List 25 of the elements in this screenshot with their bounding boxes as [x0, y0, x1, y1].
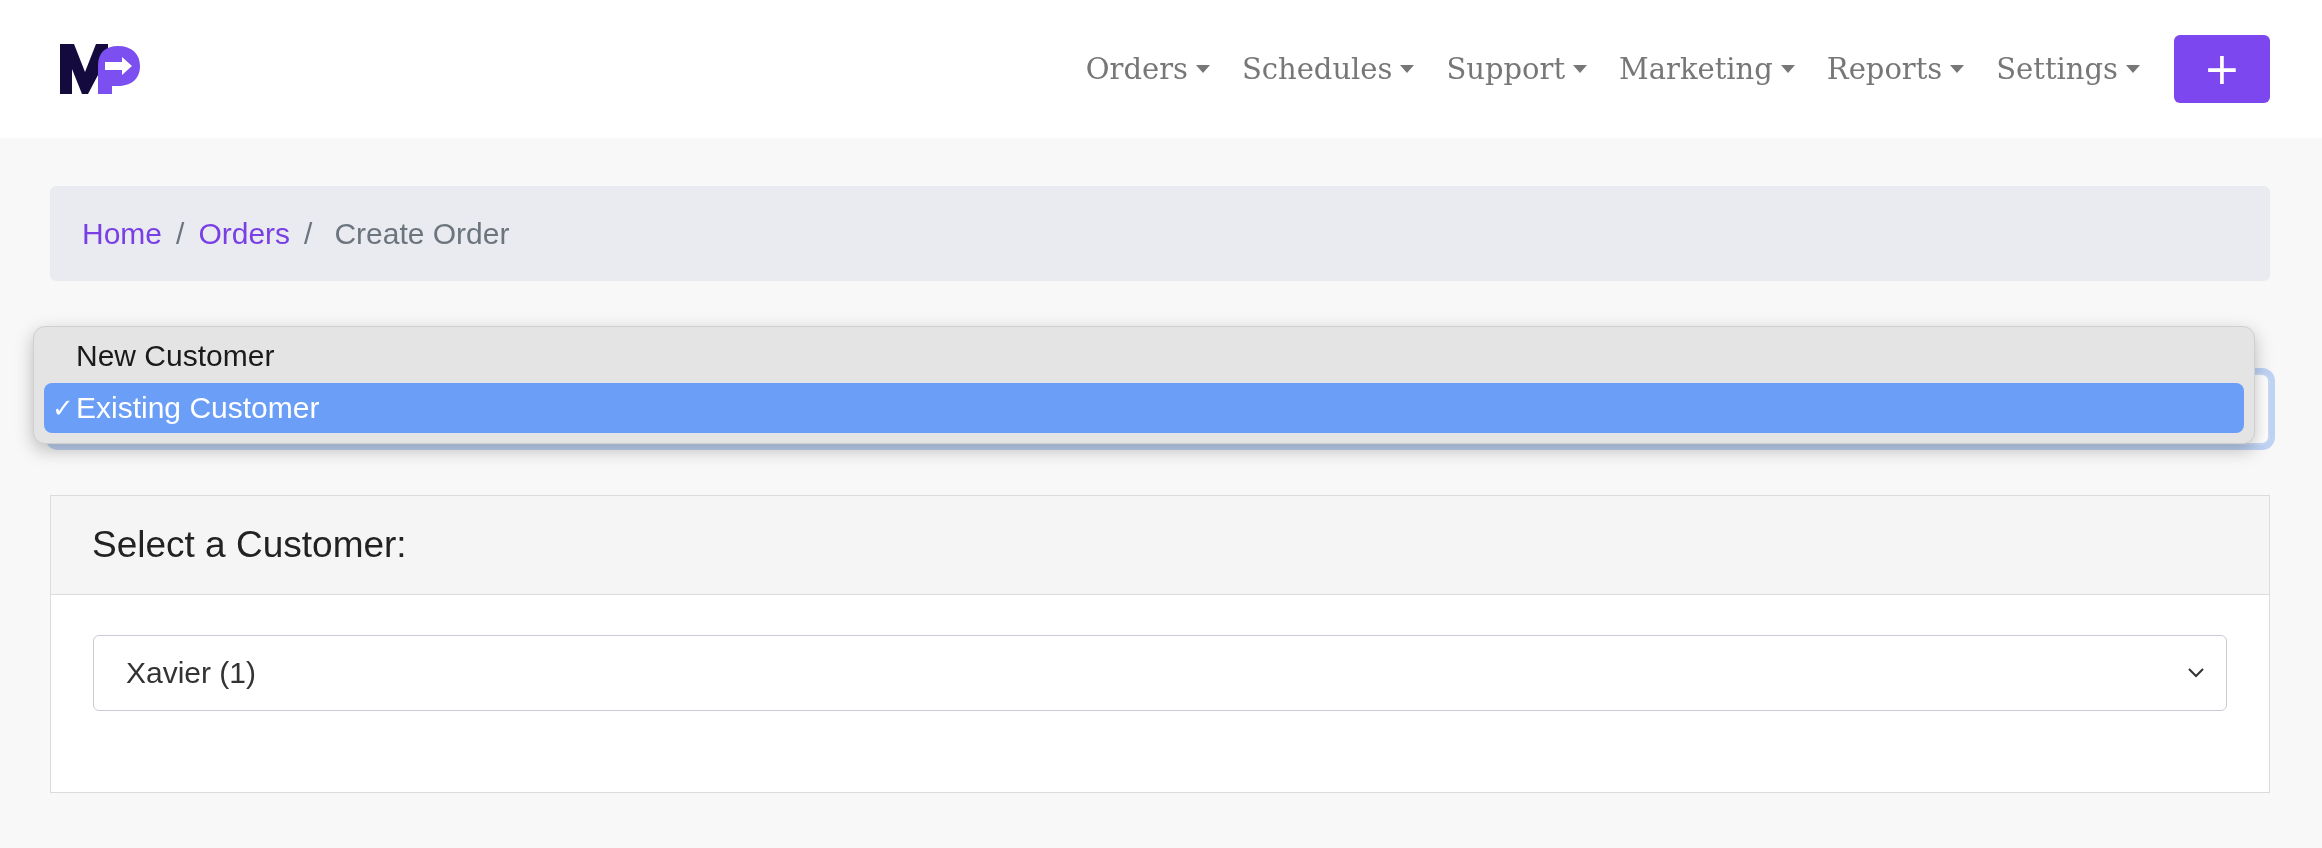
nav-menu[interactable]: Settings [1980, 52, 2156, 86]
nav-menu[interactable]: Orders [1069, 52, 1226, 86]
breadcrumb-current: Create Order [334, 216, 510, 251]
check-mark: ✓ [52, 392, 75, 424]
logo-icon [60, 44, 140, 94]
breadcrumb-link[interactable]: Home [82, 216, 163, 251]
nav-menu[interactable]: Support [1430, 52, 1604, 86]
breadcrumb-link[interactable]: Orders [198, 216, 291, 251]
customer-select[interactable]: Xavier (1) [93, 635, 2227, 711]
caret-icon [1780, 65, 1795, 73]
breadcrumb-separator: / [304, 216, 313, 251]
caret-icon [1950, 65, 1965, 73]
nav-menu[interactable]: Schedules [1225, 52, 1431, 86]
caret-icon [1195, 65, 1210, 73]
caret-icon [1400, 65, 1415, 73]
caret-icon [2126, 65, 2140, 73]
nav-menu[interactable]: Marketing [1603, 52, 1811, 86]
breadcrumb-separator: / [176, 216, 185, 251]
chevron-down-icon [2188, 668, 2204, 678]
dropdown-option[interactable]: ✓Existing Customer [44, 383, 2244, 433]
caret-icon [1573, 65, 1588, 73]
card-title: Select a Customer: [92, 524, 407, 566]
nav-menu[interactable]: Reports [1810, 52, 1981, 86]
add-button[interactable]: + [2174, 35, 2270, 103]
dropdown-option[interactable]: New Customer [44, 335, 2244, 377]
